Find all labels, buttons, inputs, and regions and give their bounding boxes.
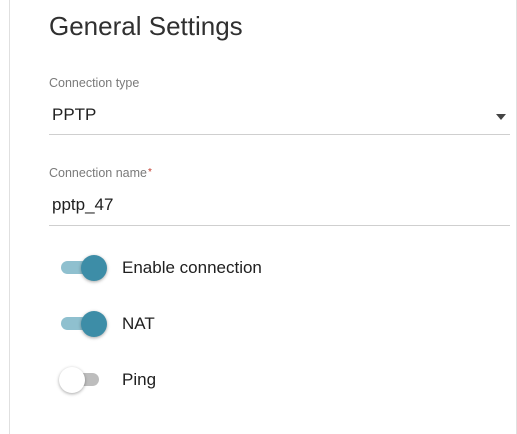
connection-type-label: Connection type: [49, 76, 140, 90]
required-mark: *: [147, 167, 152, 178]
toggle-row-ping[interactable]: Ping: [49, 364, 369, 394]
toggle-row-nat[interactable]: NAT: [49, 308, 369, 338]
connection-name-field[interactable]: Connection name* pptp_47: [49, 162, 510, 226]
connection-name-label-text: Connection name: [49, 166, 147, 180]
switch-knob[interactable]: [59, 367, 85, 393]
ping-label: Ping: [122, 370, 157, 389]
ping-switch[interactable]: [59, 367, 107, 393]
nat-switch[interactable]: [61, 311, 107, 337]
connection-name-value[interactable]: pptp_47: [52, 195, 113, 215]
switch-knob[interactable]: [81, 311, 107, 337]
nat-label: NAT: [122, 314, 155, 333]
enable-connection-switch[interactable]: [61, 255, 107, 281]
connection-name-label: Connection name*: [49, 166, 152, 180]
toggle-row-enable-connection[interactable]: Enable connection: [49, 252, 369, 282]
section-title: General Settings: [49, 11, 243, 41]
general-settings-panel: General Settings Connection type PPTP Co…: [9, 0, 517, 434]
chevron-down-icon[interactable]: [496, 114, 506, 120]
connection-type-select[interactable]: Connection type PPTP: [49, 72, 510, 135]
enable-connection-label: Enable connection: [122, 258, 262, 277]
switch-knob[interactable]: [81, 255, 107, 281]
connection-type-value: PPTP: [52, 105, 97, 124]
